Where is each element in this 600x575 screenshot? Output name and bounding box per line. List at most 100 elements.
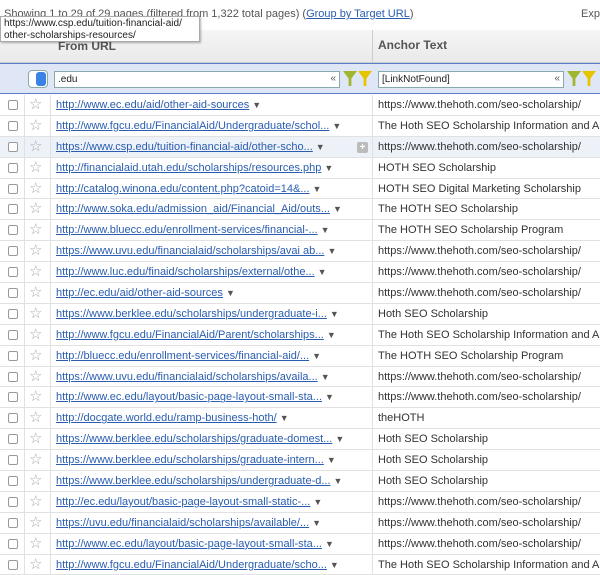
from-url-link[interactable]: http://www.luc.edu/finaid/scholarships/e… xyxy=(56,266,327,278)
row-checkbox[interactable] xyxy=(8,371,18,382)
row-checkbox[interactable] xyxy=(8,120,18,131)
star-icon[interactable]: ☆ xyxy=(29,451,42,469)
from-url-link[interactable]: http://bluecc.edu/enrollment-services/fi… xyxy=(56,350,321,362)
star-icon[interactable]: ☆ xyxy=(29,263,42,281)
chevron-down-icon[interactable]: ▼ xyxy=(312,351,321,361)
table-row[interactable]: ☆ http://www.ec.edu/layout/basic-page-lay… xyxy=(0,387,600,409)
table-row[interactable]: ☆ http://docgate.world.edu/ramp-business-… xyxy=(0,408,600,430)
star-icon[interactable]: ☆ xyxy=(29,284,42,302)
chevron-down-icon[interactable]: ▼ xyxy=(327,455,336,465)
chevron-down-icon[interactable]: ▼ xyxy=(313,184,322,194)
chevron-down-icon[interactable]: ▼ xyxy=(327,246,336,256)
star-icon[interactable]: ☆ xyxy=(29,326,42,344)
star-icon[interactable]: ☆ xyxy=(29,200,42,218)
anchor-filter-clear-funnel-icon[interactable] xyxy=(582,71,596,86)
filter-toggle[interactable] xyxy=(28,70,48,88)
from-url-link[interactable]: http://ec.edu/aid/other-aid-sources ▼ xyxy=(56,287,235,299)
row-checkbox[interactable] xyxy=(8,350,18,361)
from-url-link[interactable]: http://www.fgcu.edu/FinancialAid/Parent/… xyxy=(56,329,336,341)
from-url-link[interactable]: https://www.berklee.edu/scholarships/und… xyxy=(56,308,339,320)
from-url-link[interactable]: https://www.csp.edu/tuition-financial-ai… xyxy=(56,141,325,153)
table-row[interactable]: ☆ https://www.uvu.edu/financialaid/schola… xyxy=(0,241,600,263)
table-row[interactable]: ☆ http://www.luc.edu/finaid/scholarships/… xyxy=(0,262,600,284)
row-checkbox[interactable] xyxy=(8,288,18,299)
chevron-down-icon[interactable]: ▼ xyxy=(330,309,339,319)
from-url-link[interactable]: http://www.ec.edu/layout/basic-page-layo… xyxy=(56,538,334,550)
table-row[interactable]: ☆ https://www.berklee.edu/scholarships/un… xyxy=(0,303,600,325)
star-icon[interactable]: ☆ xyxy=(29,368,42,386)
star-icon[interactable]: ☆ xyxy=(29,221,42,239)
anchor-text-filter-input[interactable]: [LinkNotFound] « xyxy=(378,71,564,88)
star-icon[interactable]: ☆ xyxy=(29,556,42,574)
table-row[interactable]: ☆ https://www.berklee.edu/scholarships/gr… xyxy=(0,450,600,472)
table-row[interactable]: ☆ http://financialaid.utah.edu/scholarshi… xyxy=(0,157,600,179)
from-url-link[interactable]: http://www.ec.edu/layout/basic-page-layo… xyxy=(56,391,334,403)
row-checkbox[interactable] xyxy=(8,100,18,110)
star-icon[interactable]: ☆ xyxy=(29,430,42,448)
chevron-down-icon[interactable]: ▼ xyxy=(327,330,336,340)
row-checkbox[interactable] xyxy=(8,308,18,319)
star-icon[interactable]: ☆ xyxy=(29,409,42,427)
table-row[interactable]: ☆ http://www.fgcu.edu/FinancialAid/Parent… xyxy=(0,324,600,346)
table-row[interactable]: ☆ http://www.fgcu.edu/FinancialAid/Underg… xyxy=(0,115,600,137)
row-checkbox[interactable] xyxy=(8,517,18,528)
table-row[interactable]: ☆ http://www.ec.edu/layout/basic-page-lay… xyxy=(0,533,600,555)
filter-clear-funnel-icon[interactable] xyxy=(358,71,372,86)
star-icon[interactable]: ☆ xyxy=(29,138,42,156)
star-icon[interactable]: ☆ xyxy=(29,305,42,323)
from-url-link[interactable]: https://www.berklee.edu/scholarships/und… xyxy=(56,475,342,487)
table-row[interactable]: ☆ https://www.berklee.edu/scholarships/gr… xyxy=(0,429,600,451)
chevron-down-icon[interactable]: ▼ xyxy=(334,476,343,486)
table-row[interactable]: ☆ http://catalog.winona.edu/content.php?c… xyxy=(0,178,600,200)
chevron-down-icon[interactable]: ▼ xyxy=(325,392,334,402)
table-row[interactable]: ☆ https://www.uvu.edu/financialaid/schola… xyxy=(0,366,600,388)
row-checkbox[interactable] xyxy=(8,204,18,215)
from-url-filter-clear-icon[interactable]: « xyxy=(330,73,336,84)
chevron-down-icon[interactable]: ▼ xyxy=(226,288,235,298)
from-url-link[interactable]: http://www.fgcu.edu/FinancialAid/Undergr… xyxy=(56,559,339,571)
star-icon[interactable]: ☆ xyxy=(29,388,42,406)
chevron-down-icon[interactable]: ▼ xyxy=(335,434,344,444)
row-checkbox[interactable] xyxy=(8,329,18,340)
chevron-down-icon[interactable]: ▼ xyxy=(312,518,321,528)
from-url-link[interactable]: http://www.ec.edu/aid/other-aid-sources ▼ xyxy=(56,99,261,111)
from-url-link[interactable]: http://docgate.world.edu/ramp-business-h… xyxy=(56,412,289,424)
table-row[interactable]: ☆ http://www.ec.edu/aid/other-aid-sources… xyxy=(0,95,600,116)
from-url-link[interactable]: https://www.uvu.edu/financialaid/scholar… xyxy=(56,245,336,257)
from-url-filter-input[interactable]: .edu « xyxy=(54,71,340,88)
group-by-target-url-link[interactable]: Group by Target URL xyxy=(306,8,410,20)
row-checkbox[interactable] xyxy=(8,225,18,236)
star-icon[interactable]: ☆ xyxy=(29,347,42,365)
row-checkbox[interactable] xyxy=(8,538,18,549)
from-url-link[interactable]: http://www.bluecc.edu/enrollment-service… xyxy=(56,224,330,236)
from-url-link[interactable]: http://www.fgcu.edu/FinancialAid/Undergr… xyxy=(56,120,341,132)
from-url-link[interactable]: http://financialaid.utah.edu/scholarship… xyxy=(56,162,333,174)
chevron-down-icon[interactable]: ▼ xyxy=(321,225,330,235)
table-row[interactable]: ☆ http://ec.edu/layout/basic-page-layout-… xyxy=(0,491,600,513)
export-button[interactable]: Exp xyxy=(581,8,600,20)
row-checkbox[interactable] xyxy=(8,476,18,487)
expand-plus-icon[interactable]: + xyxy=(357,141,368,153)
row-checkbox[interactable] xyxy=(8,392,18,403)
from-url-link[interactable]: http://ec.edu/layout/basic-page-layout-s… xyxy=(56,496,322,508)
chevron-down-icon[interactable]: ▼ xyxy=(252,100,261,110)
star-icon[interactable]: ☆ xyxy=(29,493,42,511)
anchor-filter-funnel-icon[interactable] xyxy=(567,71,581,86)
chevron-down-icon[interactable]: ▼ xyxy=(333,204,342,214)
filter-funnel-icon[interactable] xyxy=(343,71,357,86)
row-checkbox[interactable] xyxy=(8,496,18,507)
row-checkbox[interactable] xyxy=(8,267,18,278)
table-row[interactable]: ☆ http://www.soka.edu/admission_aid/Finan… xyxy=(0,199,600,221)
chevron-down-icon[interactable]: ▼ xyxy=(332,121,341,131)
chevron-down-icon[interactable]: ▼ xyxy=(324,163,333,173)
chevron-down-icon[interactable]: ▼ xyxy=(318,267,327,277)
row-checkbox[interactable] xyxy=(8,162,18,173)
row-checkbox[interactable] xyxy=(8,183,18,194)
table-row[interactable]: ☆ http://www.fgcu.edu/FinancialAid/Underg… xyxy=(0,554,600,575)
chevron-down-icon[interactable]: ▼ xyxy=(316,142,325,152)
star-icon[interactable]: ☆ xyxy=(29,514,42,532)
table-row[interactable]: ☆ https://www.berklee.edu/scholarships/un… xyxy=(0,471,600,492)
from-url-link[interactable]: http://catalog.winona.edu/content.php?ca… xyxy=(56,183,321,195)
from-url-link[interactable]: https://www.berklee.edu/scholarships/gra… xyxy=(56,433,344,445)
chevron-down-icon[interactable]: ▼ xyxy=(325,539,334,549)
